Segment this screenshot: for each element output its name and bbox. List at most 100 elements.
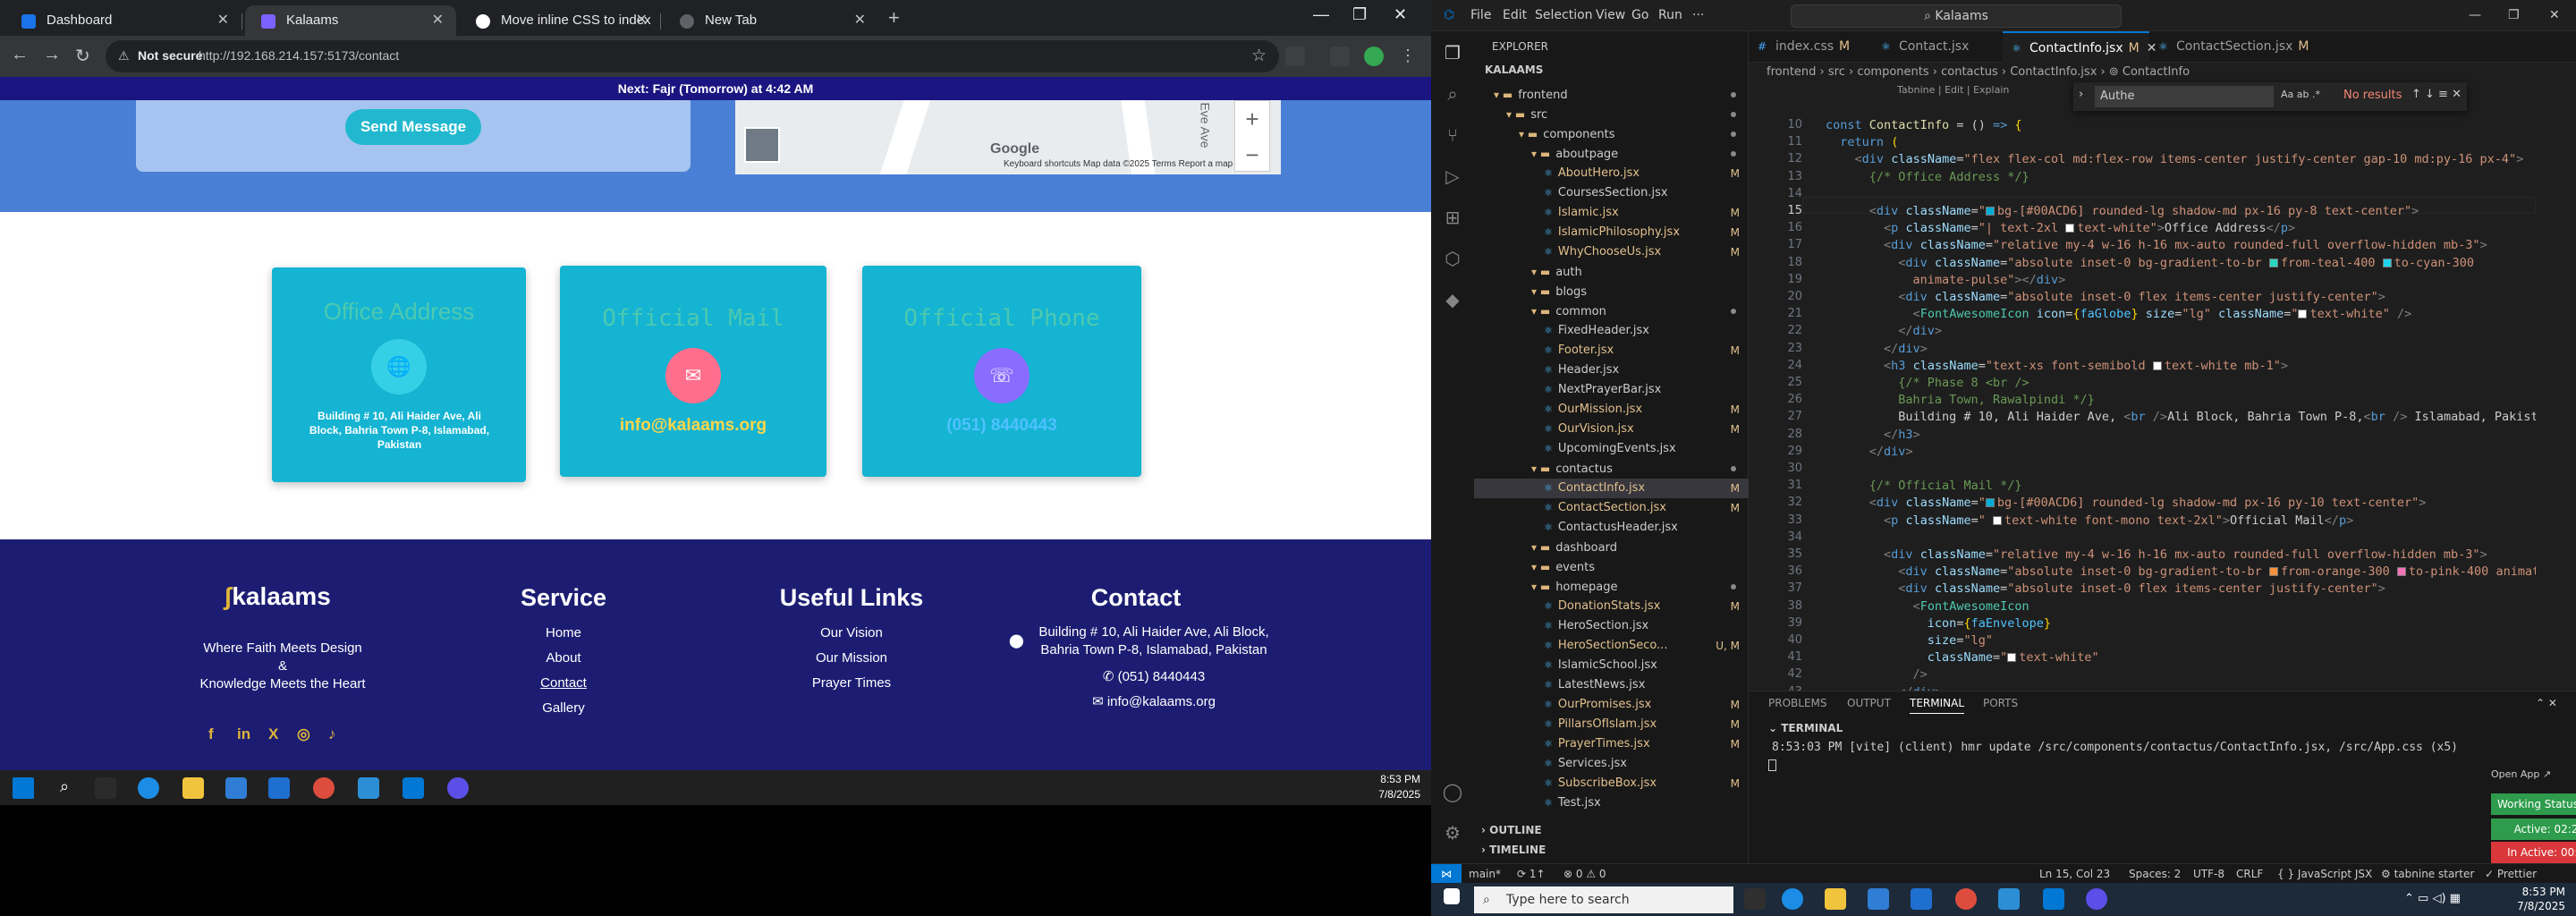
edge-icon[interactable] [138, 777, 159, 799]
code-line[interactable]: <div className=" bg-[#00ACD6] rounded-lg … [1826, 204, 2419, 218]
zoom-out-button[interactable]: − [1235, 137, 1269, 173]
x-twitter-icon[interactable]: X [268, 725, 278, 743]
code-line[interactable]: className=" text-white" [1826, 650, 2099, 665]
profile-avatar[interactable] [1364, 47, 1384, 66]
footer-link-prayer-times[interactable]: Prayer Times [762, 675, 941, 691]
tree-file[interactable]: ⚛ NextPrayerBar.jsx [1474, 380, 1749, 400]
account-icon[interactable]: ◯ [1442, 781, 1463, 802]
zoom-icon[interactable] [447, 777, 469, 799]
workspace-root[interactable]: KALAAMS [1485, 64, 1543, 76]
settings-gear-icon[interactable]: ⚙ [1442, 822, 1463, 844]
remote-indicator-icon[interactable]: ⋈ [1431, 864, 1462, 884]
run-debug-icon[interactable]: ▷ [1442, 165, 1463, 187]
url-text[interactable]: http://192.168.214.157:5173/contact [199, 48, 399, 63]
new-tab-button[interactable]: + [888, 6, 900, 30]
back-icon[interactable]: ← [11, 45, 29, 65]
tree-file[interactable]: ⚛ Test.jsx [1474, 793, 1749, 813]
tree-folder[interactable]: ▾ ▬ homepage [1474, 577, 1749, 597]
extensions-puzzle-icon[interactable] [1330, 47, 1350, 66]
windows-start-icon[interactable] [13, 777, 34, 799]
code-line[interactable]: return ( [1826, 135, 1898, 149]
explorer-icon[interactable]: ❐ [1442, 42, 1463, 64]
tree-folder[interactable]: ▾ ▬ events [1474, 557, 1749, 577]
code-line[interactable]: Bahria Town, Rawalpindi */} [1826, 393, 2094, 407]
taskbar-clock[interactable]: 8:53 PM 7/8/2025 [2517, 885, 2565, 913]
browser-tab-move-inline-css[interactable]: Move inline CSS to index ✕ [460, 5, 661, 36]
language-mode[interactable]: { } JavaScript JSX [2277, 868, 2372, 880]
mail-icon[interactable] [268, 777, 290, 799]
tree-file[interactable]: ⚛ Services.jsx [1474, 754, 1749, 774]
code-line[interactable]: /> [1826, 667, 1928, 682]
footer-contact-email[interactable]: ✉ info@kalaams.org [1073, 693, 1234, 709]
menu-go[interactable]: Go [1631, 8, 1648, 22]
code-line[interactable]: const ContactInfo = () => { [1826, 118, 2022, 132]
facebook-icon[interactable]: f [208, 725, 214, 743]
store-icon[interactable] [225, 777, 247, 799]
vscode-icon[interactable] [2043, 888, 2064, 910]
code-line[interactable]: <FontAwesomeIcon icon={faGlobe} size="lg… [1826, 307, 2412, 321]
zoom-in-button[interactable]: + [1235, 101, 1269, 137]
remote-explorer-icon[interactable]: ⬡ [1442, 248, 1463, 269]
code-line[interactable]: <p className=" text-white font-mono text… [1826, 513, 2353, 528]
tree-folder[interactable]: ▾ ▬ contactus [1474, 459, 1749, 479]
minimize-icon[interactable]: — [2469, 8, 2481, 22]
menu-more[interactable]: ··· [1692, 8, 1704, 22]
tree-file[interactable]: ⚛ ContactInfo.jsx M [1474, 479, 1749, 498]
search-icon[interactable]: ⌕ [1442, 83, 1463, 105]
tree-folder[interactable]: ▾ ▬ components [1474, 124, 1749, 144]
tree-folder[interactable]: ▾ ▬ blogs [1474, 282, 1749, 301]
code-line[interactable]: <div className="relative my-4 w-16 h-16 … [1826, 547, 2487, 562]
card-value[interactable]: info@kalaams.org [560, 416, 826, 436]
tree-file[interactable]: ⚛ OurPromises.jsx M [1474, 695, 1749, 715]
panel-tab-output[interactable]: OUTPUT [1847, 697, 1891, 709]
command-center-search[interactable]: ⌕ Kalaams [1791, 4, 2122, 28]
close-window-icon[interactable]: ✕ [1394, 5, 1407, 24]
find-input[interactable]: Authe [2095, 86, 2274, 107]
code-line[interactable]: size="lg" [1826, 633, 1993, 648]
app-icon[interactable] [358, 777, 379, 799]
browser-tab-new-tab[interactable]: New Tab ✕ [664, 5, 878, 36]
tree-file[interactable]: ⚛ LatestNews.jsx [1474, 675, 1749, 695]
panel-tab-ports[interactable]: PORTS [1983, 697, 2018, 709]
chrome-icon[interactable] [1955, 888, 1977, 910]
editor-tab-contact-jsx[interactable]: ⚛ Contact.jsx [1872, 31, 2003, 63]
windows-start-icon[interactable] [1444, 888, 1460, 904]
tree-file[interactable]: ⚛ PrayerTimes.jsx M [1474, 734, 1749, 754]
address-bar[interactable]: ⚠ Not secure http://192.168.214.157:5173… [106, 40, 1279, 72]
tree-file[interactable]: ⚛ IslamicSchool.jsx [1474, 656, 1749, 675]
code-editor[interactable]: Tabnine | Edit | Explain 10 const Contact… [1749, 82, 2561, 700]
menu-run[interactable]: Run [1658, 8, 1682, 22]
code-line[interactable]: </div> [1826, 445, 1913, 459]
tree-folder[interactable]: ▾ ▬ src [1474, 105, 1749, 124]
close-tab-icon[interactable]: ✕ [217, 5, 229, 36]
chrome-menu-icon[interactable]: ⋮ [1398, 47, 1418, 66]
card-value[interactable]: (051) 8440443 [862, 416, 1141, 436]
tree-file[interactable]: ⚛ ContactSection.jsx M [1474, 498, 1749, 518]
code-line[interactable]: <div className="absolute inset-0 bg-grad… [1826, 564, 2561, 579]
timeline-section[interactable]: › TIMELINE [1474, 840, 1749, 860]
code-line[interactable]: <div className=" bg-[#00ACD6] rounded-lg … [1826, 496, 2427, 510]
editor-tab-contactsection-jsx[interactable]: ⚛ ContactSection.jsx M [2149, 31, 2319, 63]
editor-tab-index-css[interactable]: # index.css M [1749, 31, 1872, 63]
tree-folder[interactable]: ▾ ▬ auth [1474, 262, 1749, 282]
match-case-icon[interactable]: Aa ab .* [2281, 89, 2320, 100]
tree-file[interactable]: ⚛ Header.jsx [1474, 360, 1749, 380]
code-line[interactable]: <div className="absolute inset-0 flex it… [1826, 290, 2385, 304]
code-line[interactable]: <FontAwesomeIcon [1826, 599, 2029, 614]
panel-tab-problems[interactable]: PROBLEMS [1768, 697, 1827, 709]
chrome-icon[interactable] [313, 777, 335, 799]
menu-file[interactable]: File [1470, 8, 1491, 22]
source-control-icon[interactable]: ⑂ [1442, 124, 1463, 146]
breadcrumb[interactable]: frontend › src › components › contactus … [1749, 63, 2576, 82]
menu-view[interactable]: View [1596, 8, 1625, 22]
code-line[interactable]: Building # 10, Ali Haider Ave, <br />Ali… [1826, 410, 2553, 424]
code-line[interactable]: </div> [1826, 342, 1928, 356]
reload-icon[interactable]: ↻ [75, 45, 90, 67]
task-view-icon[interactable] [1744, 888, 1766, 910]
extensions-icon[interactable]: ⊞ [1442, 207, 1463, 228]
git-sync[interactable]: ⟳ 1↑ [1517, 868, 1546, 880]
tree-file[interactable]: ⚛ PillarsOfIslam.jsx M [1474, 715, 1749, 734]
tree-file[interactable]: ⚛ ContactusHeader.jsx [1474, 518, 1749, 538]
file-explorer-icon[interactable] [182, 777, 204, 799]
tree-folder[interactable]: ▾ ▬ common [1474, 301, 1749, 321]
